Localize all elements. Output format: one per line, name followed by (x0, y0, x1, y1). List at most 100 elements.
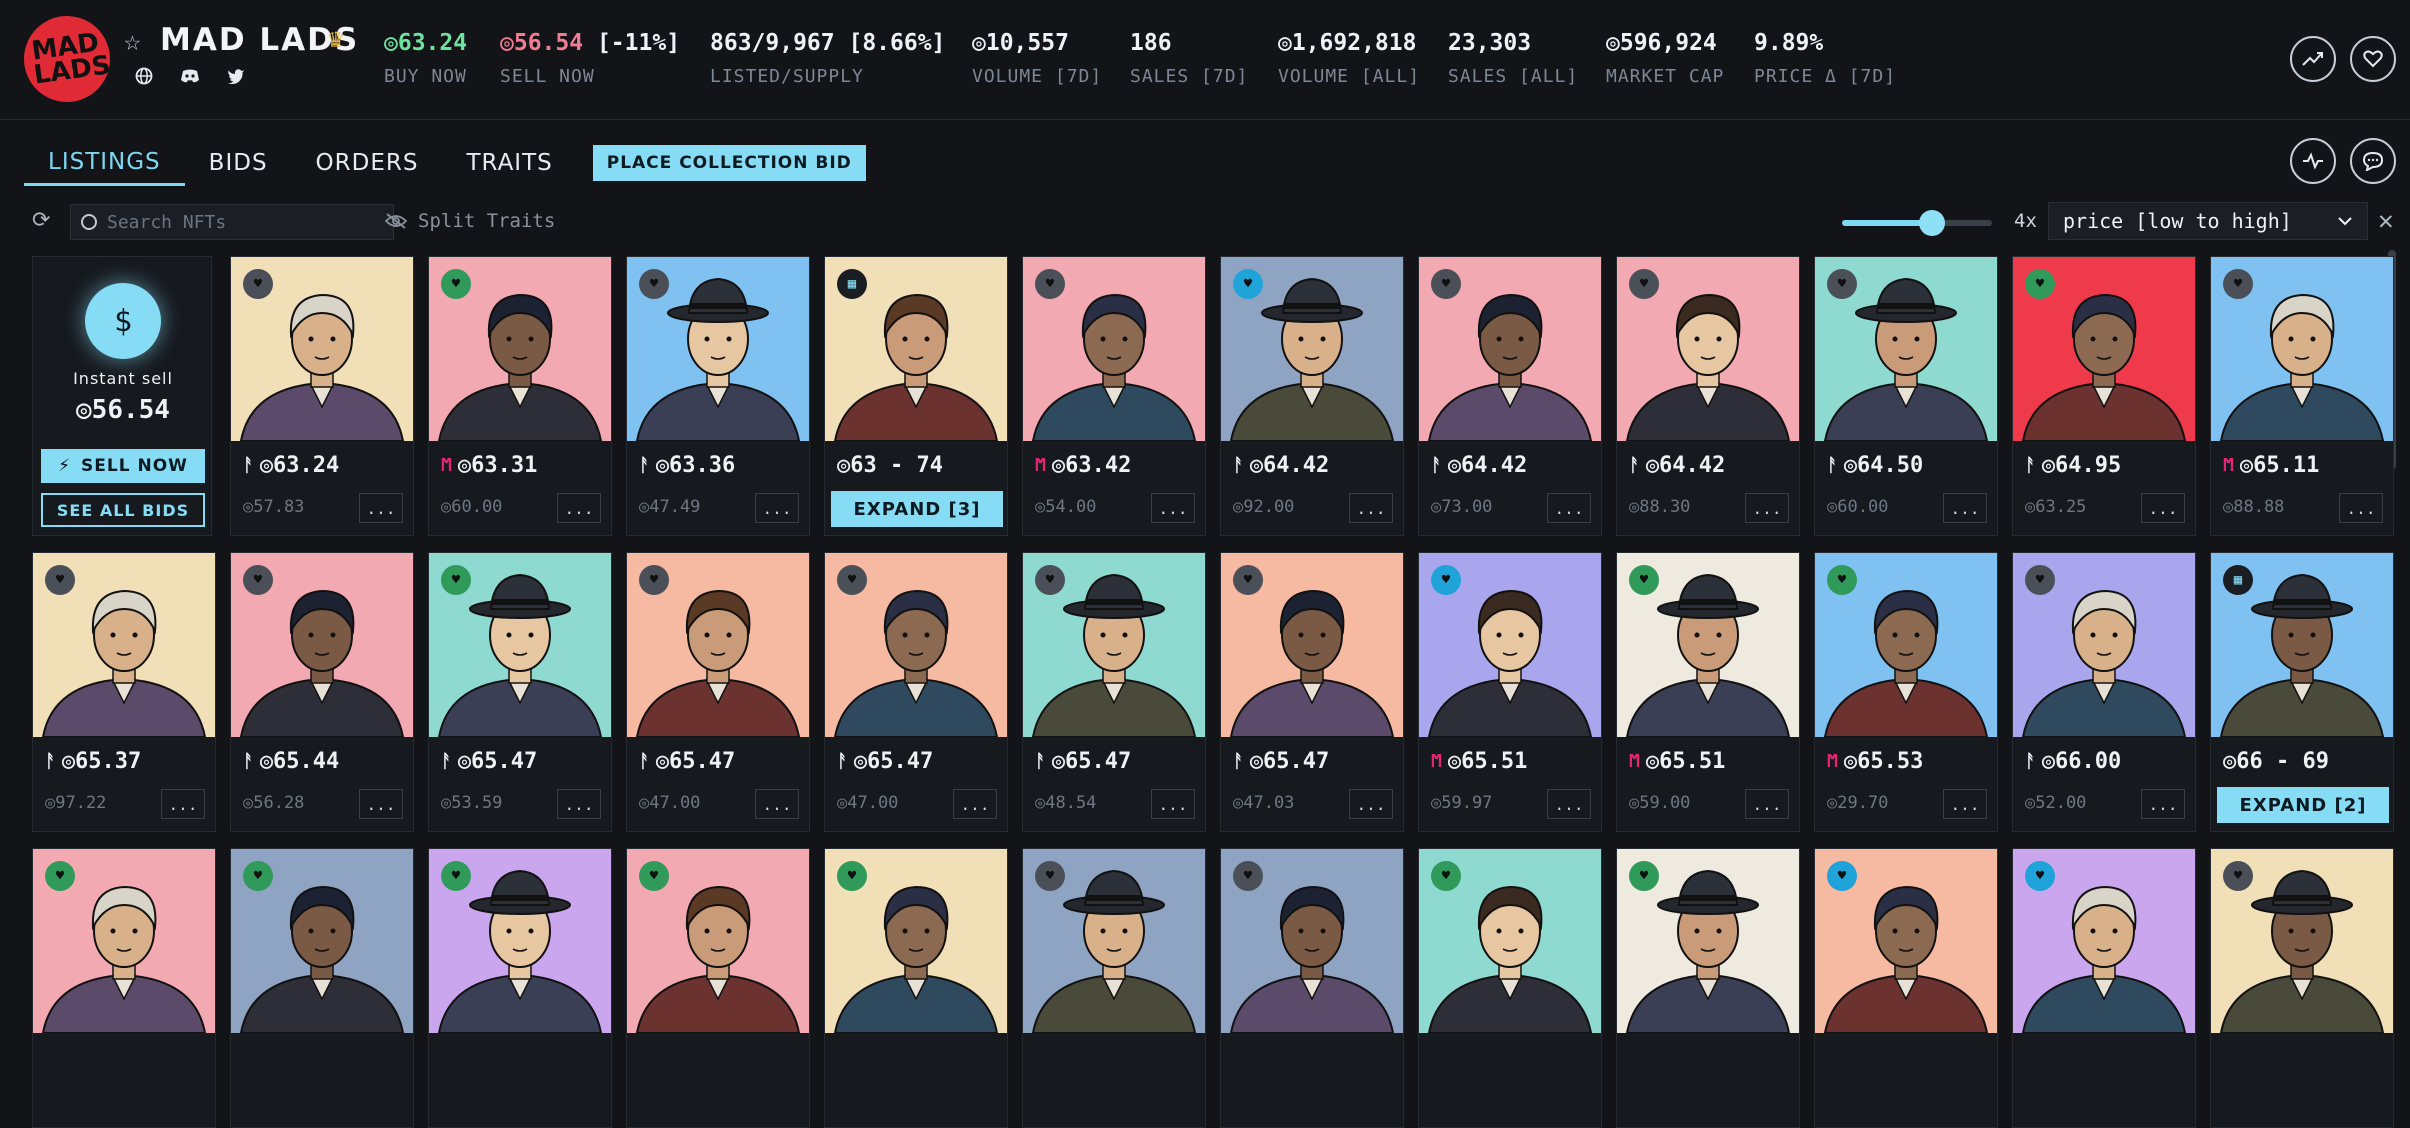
nft-card[interactable]: ♥ ᚨ ◎65.37 ◎97.22... (32, 552, 216, 832)
refresh-icon[interactable]: ⟳ (32, 208, 50, 233)
nft-card[interactable]: ♥ Ϻ ◎65.11 ◎88.88... (2210, 256, 2394, 536)
collection-logo[interactable]: MAD LADS (18, 10, 116, 108)
heart-icon[interactable]: ♥ (1431, 861, 1461, 891)
split-traits-toggle[interactable]: Split Traits (384, 210, 555, 232)
more-options-button[interactable]: ... (1745, 493, 1789, 523)
nft-card[interactable]: ♥ ᚨ ◎65.47 ◎47.03... (1220, 552, 1404, 832)
nft-card[interactable]: ♥ Ϻ ◎63.42 ◎54.00... (1022, 256, 1206, 536)
more-options-button[interactable]: ... (557, 789, 601, 819)
nft-card[interactable]: ♥ Ϻ ◎65.53 ◎29.70... (1814, 552, 1998, 832)
nft-card[interactable]: ♥ ᚨ ◎64.42 ◎88.30... (1616, 256, 1800, 536)
expand-button[interactable]: EXPAND [3] (831, 491, 1003, 527)
heart-icon[interactable]: ♥ (1233, 269, 1263, 299)
heart-icon[interactable]: ♥ (2223, 861, 2253, 891)
more-options-button[interactable]: ... (1547, 789, 1591, 819)
nft-card[interactable]: ♥ (2210, 848, 2394, 1128)
nft-card[interactable]: ♥ Ϻ ◎65.51 ◎59.00... (1616, 552, 1800, 832)
heart-icon[interactable]: ♥ (639, 861, 669, 891)
heart-icon[interactable]: ♥ (1827, 269, 1857, 299)
heart-icon[interactable]: ♥ (1431, 269, 1461, 299)
tab-bids[interactable]: BIDS (185, 140, 292, 186)
heart-icon[interactable]: ♥ (2223, 269, 2253, 299)
nft-card[interactable]: ♥ (626, 848, 810, 1128)
nft-card[interactable]: ♥ (1616, 848, 1800, 1128)
nft-card[interactable]: ♥ (2012, 848, 2196, 1128)
search-input[interactable] (107, 211, 377, 233)
heart-icon[interactable]: ♥ (441, 269, 471, 299)
tab-traits[interactable]: TRAITS (442, 140, 576, 186)
activity-button[interactable] (2290, 138, 2336, 184)
nft-card[interactable]: ♥ ᚨ ◎65.47 ◎48.54... (1022, 552, 1206, 832)
nft-card[interactable]: ♥ (230, 848, 414, 1128)
nft-card[interactable]: ♥ ᚨ ◎65.44 ◎56.28... (230, 552, 414, 832)
nft-card[interactable]: ♥ ᚨ ◎65.47 ◎47.00... (824, 552, 1008, 832)
star-icon[interactable]: ☆ (124, 24, 141, 57)
more-options-button[interactable]: ... (953, 789, 997, 819)
sell-now-button[interactable]: ⚡ SELL NOW (41, 449, 205, 483)
heart-icon[interactable]: ♥ (441, 565, 471, 595)
nft-card[interactable]: ♥ ᚨ ◎64.42 ◎73.00... (1418, 256, 1602, 536)
chat-button[interactable] (2350, 138, 2396, 184)
discord-icon[interactable] (180, 66, 200, 86)
heart-icon[interactable]: ♥ (837, 861, 867, 891)
nft-card[interactable]: ♥ ᚨ ◎64.50 ◎60.00... (1814, 256, 1998, 536)
heart-icon[interactable]: ♥ (45, 861, 75, 891)
sort-select[interactable]: price [low to high] (2048, 202, 2368, 240)
nft-bundle-card[interactable]: ▦ ◎63 - 74 EXPAND [3] (824, 256, 1008, 536)
collection-badge-icon[interactable]: ▦ (837, 269, 867, 299)
heart-icon[interactable]: ♥ (639, 269, 669, 299)
more-options-button[interactable]: ... (557, 493, 601, 523)
search-box[interactable] (70, 204, 394, 240)
more-options-button[interactable]: ... (755, 493, 799, 523)
heart-icon[interactable]: ♥ (45, 565, 75, 595)
more-options-button[interactable]: ... (1349, 493, 1393, 523)
nft-card[interactable]: ♥ ᚨ ◎63.24 ◎57.83... (230, 256, 414, 536)
heart-icon[interactable]: ♥ (441, 861, 471, 891)
more-options-button[interactable]: ... (2141, 789, 2185, 819)
heart-icon[interactable]: ♥ (1035, 565, 1065, 595)
slider-handle[interactable] (1919, 210, 1945, 236)
nft-card[interactable]: ♥ Ϻ ◎63.31 ◎60.00... (428, 256, 612, 536)
heart-icon[interactable]: ♥ (837, 565, 867, 595)
close-icon[interactable]: ✕ (2378, 206, 2394, 236)
collection-badge-icon[interactable]: ▦ (2223, 565, 2253, 595)
heart-icon[interactable]: ♥ (639, 565, 669, 595)
nft-card[interactable]: ♥ (824, 848, 1008, 1128)
chart-button[interactable] (2290, 36, 2336, 82)
more-options-button[interactable]: ... (359, 789, 403, 819)
favorite-button[interactable] (2350, 36, 2396, 82)
nft-card[interactable]: ♥ (1814, 848, 1998, 1128)
nft-card[interactable]: ♥ (32, 848, 216, 1128)
heart-icon[interactable]: ♥ (1233, 861, 1263, 891)
nft-card[interactable]: ♥ (428, 848, 612, 1128)
nft-card[interactable]: ♥ ᚨ ◎65.47 ◎53.59... (428, 552, 612, 832)
twitter-icon[interactable] (226, 66, 246, 86)
more-options-button[interactable]: ... (1943, 789, 1987, 819)
heart-icon[interactable]: ♥ (2025, 565, 2055, 595)
see-all-bids-button[interactable]: SEE ALL BIDS (41, 493, 205, 527)
heart-icon[interactable]: ♥ (2025, 269, 2055, 299)
heart-icon[interactable]: ♥ (243, 269, 273, 299)
more-options-button[interactable]: ... (755, 789, 799, 819)
more-options-button[interactable]: ... (1349, 789, 1393, 819)
nft-bundle-card[interactable]: ▦ ◎66 - 69 EXPAND [2] (2210, 552, 2394, 832)
heart-icon[interactable]: ♥ (1629, 269, 1659, 299)
nft-card[interactable]: ♥ ᚨ ◎63.36 ◎47.49... (626, 256, 810, 536)
nft-card[interactable]: ♥ (1418, 848, 1602, 1128)
heart-icon[interactable]: ♥ (1629, 861, 1659, 891)
heart-icon[interactable]: ♥ (2025, 861, 2055, 891)
tab-orders[interactable]: ORDERS (292, 140, 443, 186)
more-options-button[interactable]: ... (2141, 493, 2185, 523)
nft-card[interactable]: ♥ (1220, 848, 1404, 1128)
heart-icon[interactable]: ♥ (1431, 565, 1461, 595)
zoom-slider[interactable] (1842, 210, 1992, 236)
heart-icon[interactable]: ♥ (243, 861, 273, 891)
more-options-button[interactable]: ... (1151, 493, 1195, 523)
heart-icon[interactable]: ♥ (1629, 565, 1659, 595)
expand-button[interactable]: EXPAND [2] (2217, 787, 2389, 823)
more-options-button[interactable]: ... (1943, 493, 1987, 523)
heart-icon[interactable]: ♥ (1035, 861, 1065, 891)
nft-card[interactable]: ♥ ᚨ ◎64.42 ◎92.00... (1220, 256, 1404, 536)
nft-card[interactable]: ♥ (1022, 848, 1206, 1128)
heart-icon[interactable]: ♥ (243, 565, 273, 595)
